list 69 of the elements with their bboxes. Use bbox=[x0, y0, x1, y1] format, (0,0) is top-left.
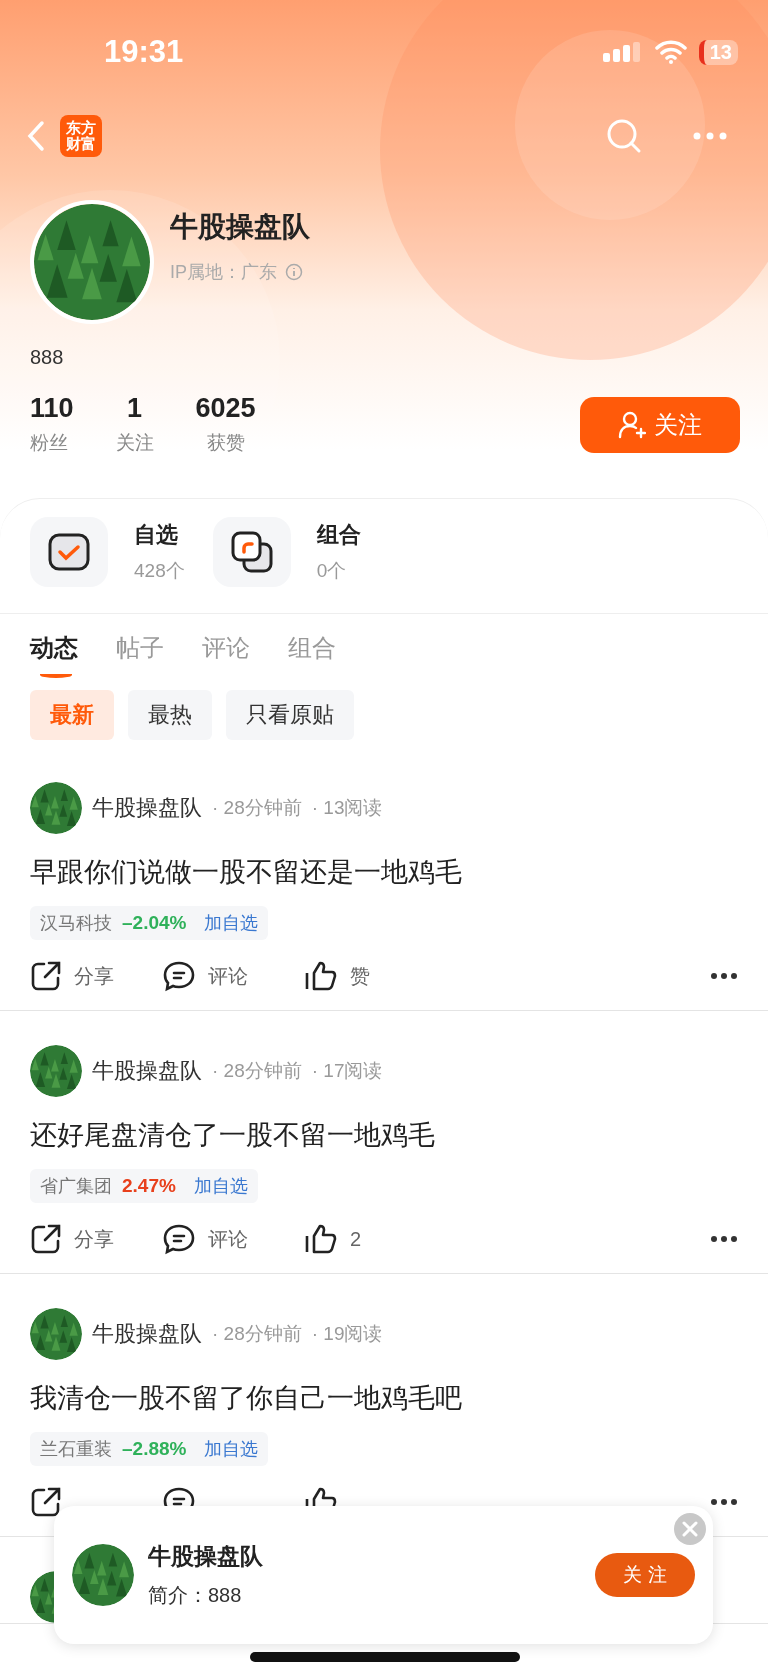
checkbox-icon[interactable] bbox=[47, 532, 91, 572]
comment-icon[interactable] bbox=[162, 1223, 196, 1255]
thumbs-up-icon[interactable] bbox=[304, 1223, 338, 1255]
shortcut-count: 0个 bbox=[316, 559, 348, 583]
stock-tag[interactable]: 汉马科技 –2.04% 加自选 bbox=[30, 906, 269, 940]
signal-icon bbox=[602, 42, 643, 62]
stock-change: –2.04% bbox=[122, 912, 187, 934]
filter-chip[interactable]: 只看原贴 bbox=[226, 690, 354, 740]
stock-tag[interactable]: 省广集团 2.47% 加自选 bbox=[30, 1169, 258, 1203]
like-label[interactable]: 2 bbox=[350, 1227, 362, 1251]
profile-bio: 888 bbox=[30, 346, 64, 369]
stock-name: 省广集团 bbox=[40, 1175, 112, 1198]
author-name[interactable]: 牛股操盘队 bbox=[92, 1056, 202, 1086]
stat-value: 6025 bbox=[195, 393, 256, 424]
thumbs-up-icon[interactable] bbox=[304, 960, 338, 992]
share-label[interactable]: 分享 bbox=[74, 962, 114, 990]
filter-chip[interactable]: 最热 bbox=[128, 690, 212, 740]
stock-change: 2.47% bbox=[122, 1175, 176, 1197]
more-icon[interactable] bbox=[710, 972, 738, 980]
share-icon[interactable] bbox=[30, 1223, 62, 1255]
stat-label: 关注 bbox=[115, 431, 154, 455]
share-icon[interactable] bbox=[30, 1486, 62, 1518]
overlapping-squares-icon[interactable] bbox=[229, 530, 274, 574]
author-name[interactable]: 牛股操盘队 bbox=[92, 1319, 202, 1349]
like-label[interactable]: 赞 bbox=[350, 962, 370, 990]
profile-name: 牛股操盘队 bbox=[170, 210, 310, 244]
more-icon[interactable] bbox=[710, 1235, 738, 1243]
battery-indicator: 13 bbox=[698, 39, 738, 65]
stock-change: –2.88% bbox=[122, 1438, 187, 1460]
follow-button[interactable]: 关 注 bbox=[595, 1553, 695, 1597]
add-watchlist-link[interactable]: 加自选 bbox=[193, 1174, 248, 1198]
wifi-icon bbox=[654, 40, 687, 64]
share-label[interactable]: 分享 bbox=[74, 1225, 114, 1253]
read-count: · 19阅读 bbox=[311, 1322, 383, 1346]
add-watchlist-link[interactable]: 加自选 bbox=[204, 1437, 259, 1461]
post-text[interactable]: 早跟你们说做一股不留还是一地鸡毛 bbox=[30, 854, 738, 890]
more-icon[interactable] bbox=[710, 1498, 738, 1506]
read-count: · 17阅读 bbox=[311, 1059, 383, 1083]
post-time: · 28分钟前 bbox=[212, 796, 302, 820]
author-name[interactable]: 牛股操盘队 bbox=[92, 793, 202, 823]
add-watchlist-link[interactable]: 加自选 bbox=[204, 911, 259, 935]
status-time: 19:31 bbox=[104, 34, 184, 70]
read-count: · 13阅读 bbox=[311, 796, 383, 820]
tab[interactable]: 评论 bbox=[202, 632, 250, 684]
post-time: · 28分钟前 bbox=[212, 1322, 302, 1346]
post-time: · 28分钟前 bbox=[212, 1059, 302, 1083]
popup-name: 牛股操盘队 bbox=[148, 1542, 263, 1571]
stock-name: 汉马科技 bbox=[40, 912, 112, 935]
comment-icon[interactable] bbox=[162, 960, 196, 992]
shortcut-title[interactable]: 组合 bbox=[316, 520, 361, 550]
follow-button[interactable]: 关注 bbox=[580, 396, 740, 453]
stat-value: 1 bbox=[127, 393, 143, 424]
popup-bio: 简介：888 bbox=[148, 1583, 243, 1608]
post-text[interactable]: 还好尾盘清仓了一股不留一地鸡毛 bbox=[30, 1117, 738, 1153]
comment-label[interactable]: 评论 bbox=[208, 962, 248, 990]
stat-value: 110 bbox=[30, 393, 74, 424]
stock-tag[interactable]: 兰石重装 –2.88% 加自选 bbox=[30, 1432, 269, 1466]
share-icon[interactable] bbox=[30, 960, 62, 992]
shortcut-title[interactable]: 自选 bbox=[134, 520, 185, 550]
app-logo: 东方 财富 bbox=[60, 115, 102, 157]
add-person-icon bbox=[618, 410, 646, 439]
shortcut-count: 428个 bbox=[134, 559, 185, 583]
stat-label: 获赞 bbox=[206, 431, 245, 455]
tab[interactable]: 动态 bbox=[30, 632, 78, 684]
stat-label: 粉丝 bbox=[30, 431, 68, 455]
stock-name: 兰石重装 bbox=[40, 1438, 112, 1461]
comment-label[interactable]: 评论 bbox=[208, 1225, 248, 1253]
post-text[interactable]: 我清仓一股不留了你自己一地鸡毛吧 bbox=[30, 1380, 738, 1416]
ip-location: IP属地：广东 bbox=[170, 261, 277, 284]
